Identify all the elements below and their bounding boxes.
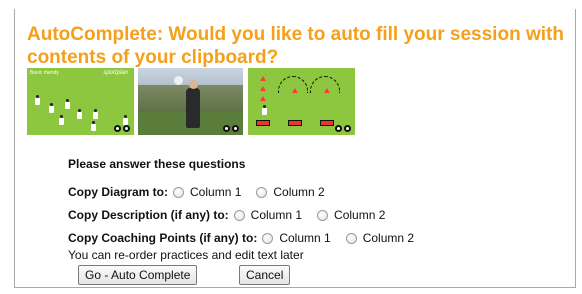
- thumbnail-caption: Basic rhendy: [30, 70, 59, 76]
- reorder-note: You can re-order practices and edit text…: [68, 248, 304, 262]
- sportplan-logo: sportplan: [103, 70, 128, 76]
- play-icon[interactable]: [232, 125, 239, 132]
- goal-icon: [256, 120, 270, 126]
- radio-button[interactable]: [173, 186, 185, 198]
- goal-icon: [320, 120, 334, 126]
- player-icon: [49, 103, 54, 113]
- player-icon: [35, 95, 40, 105]
- option-label: Column 1: [279, 231, 331, 245]
- player-icon: [93, 109, 98, 119]
- ball-icon: [174, 76, 183, 85]
- player-icon: [77, 109, 82, 119]
- question-copy-diagram: Copy Diagram to: Column 1 Column 2: [68, 185, 340, 199]
- copy-diagram-column-1[interactable]: Column 1: [173, 185, 241, 199]
- radio-button[interactable]: [256, 186, 268, 198]
- goal-icon: [288, 120, 302, 126]
- player-icon: [59, 115, 64, 125]
- cone-icon: [324, 88, 330, 93]
- player-icon: [123, 115, 128, 125]
- auto-complete-button[interactable]: Go - Auto Complete: [78, 265, 198, 285]
- cone-icon: [260, 86, 266, 91]
- cone-icon: [260, 96, 266, 101]
- play-icon[interactable]: [344, 125, 351, 132]
- cone-icon: [292, 88, 298, 93]
- copy-diagram-column-2[interactable]: Column 2: [256, 185, 325, 199]
- option-label: Column 1: [250, 208, 303, 222]
- zoom-icon[interactable]: [223, 125, 230, 132]
- dialog-title: AutoComplete: Would you like to auto fil…: [27, 24, 564, 68]
- radio-button[interactable]: [262, 232, 274, 244]
- player-head: [189, 80, 198, 89]
- question-copy-coaching-points: Copy Coaching Points (if any) to: Column…: [68, 231, 429, 245]
- copy-description-column-2[interactable]: Column 2: [317, 208, 385, 222]
- player-icon: [91, 121, 96, 131]
- diagram-thumbnail-2[interactable]: [248, 68, 355, 135]
- option-label: Column 2: [334, 208, 386, 222]
- form-heading: Please answer these questions: [68, 157, 246, 171]
- thumbnail-controls: [114, 125, 130, 132]
- copy-coaching-points-column-1[interactable]: Column 1: [262, 231, 331, 245]
- copy-description-column-1[interactable]: Column 1: [233, 208, 303, 222]
- question-label: Copy Diagram to:: [68, 185, 169, 199]
- cancel-button[interactable]: Cancel: [239, 265, 291, 285]
- diagram-thumbnail[interactable]: Basic rhendy sportplan: [27, 68, 134, 135]
- cone-icon: [260, 76, 266, 81]
- option-label: Column 1: [190, 185, 242, 199]
- thumbnail-controls: [223, 125, 239, 132]
- photo-thumbnail[interactable]: [138, 68, 243, 135]
- radio-button[interactable]: [233, 209, 245, 221]
- play-icon[interactable]: [123, 125, 130, 132]
- player-figure: [186, 88, 200, 128]
- radio-button[interactable]: [317, 209, 329, 221]
- copy-coaching-points-column-2[interactable]: Column 2: [345, 231, 415, 245]
- zoom-icon[interactable]: [335, 125, 342, 132]
- question-label: Copy Description (if any) to:: [68, 208, 229, 222]
- question-copy-description: Copy Description (if any) to: Column 1 C…: [68, 208, 400, 222]
- option-label: Column 2: [362, 231, 415, 245]
- player-icon: [65, 99, 70, 109]
- player-icon: [262, 105, 267, 115]
- zoom-icon[interactable]: [114, 125, 121, 132]
- radio-button[interactable]: [345, 232, 357, 244]
- option-label: Column 2: [273, 185, 325, 199]
- thumbnail-controls: [335, 125, 351, 132]
- question-label: Copy Coaching Points (if any) to:: [68, 231, 258, 245]
